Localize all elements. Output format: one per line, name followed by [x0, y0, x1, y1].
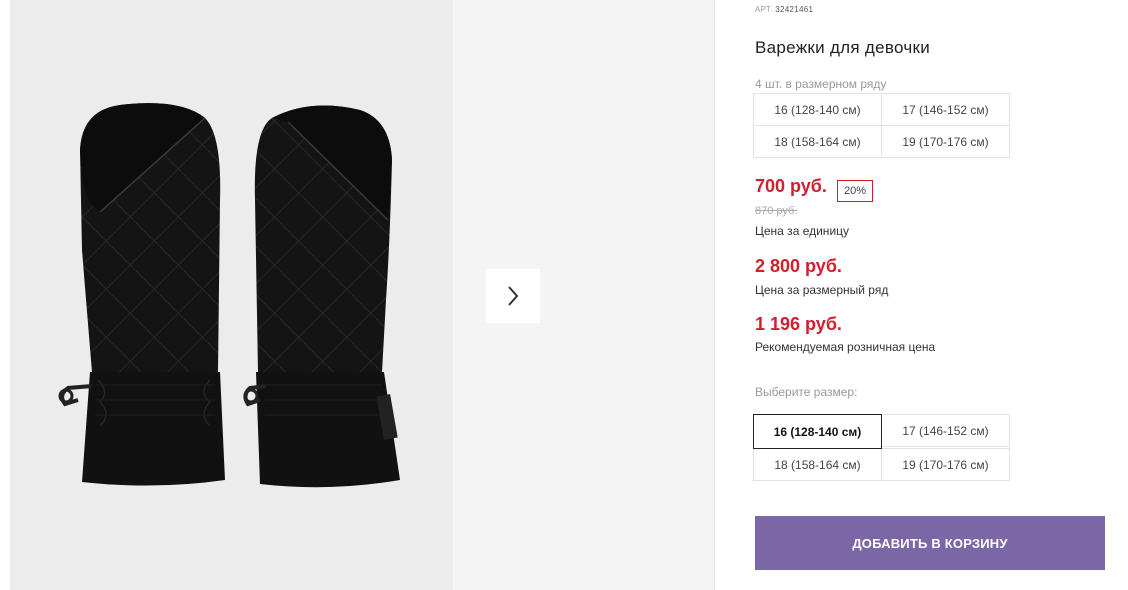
size-selector: 16 (128-140 см) 17 (146-152 см) 18 (158-… — [753, 414, 1010, 481]
product-title: Варежки для девочки — [755, 38, 931, 57]
rrp-price: 1 196 руб. — [755, 314, 842, 334]
article-value: 32421461 — [775, 5, 814, 14]
size-option-17[interactable]: 17 (146-152 см) — [881, 414, 1010, 447]
unit-price: 700 руб. — [755, 176, 827, 196]
choose-size-label: Выберите размер: — [755, 385, 858, 399]
article-label: АРТ. — [755, 5, 773, 14]
product-photo-mittens — [10, 0, 453, 590]
pack-sizes-grid: 16 (128-140 см) 17 (146-152 см) 18 (158-… — [753, 93, 1010, 158]
chevron-right-icon — [508, 286, 519, 306]
pack-note: 4 шт. в размерном ряду — [755, 77, 887, 91]
add-to-cart-button[interactable]: ДОБАВИТЬ В КОРЗИНУ — [755, 516, 1105, 570]
size-option-18[interactable]: 18 (158-164 см) — [753, 448, 882, 481]
pack-size-item: 18 (158-164 см) — [753, 125, 882, 158]
row-price: 2 800 руб. — [755, 256, 842, 276]
mittens-image — [58, 103, 400, 488]
unit-price-label: Цена за единицу — [755, 224, 850, 238]
product-gallery — [10, 0, 714, 590]
pack-size-item: 17 (146-152 см) — [881, 93, 1010, 126]
pack-size-item: 16 (128-140 см) — [753, 93, 882, 126]
article-number: АРТ. 32421461 — [755, 5, 813, 14]
product-info-panel: АРТ. 32421461 Варежки для девочки 4 шт. … — [753, 0, 1110, 590]
panel-divider — [714, 0, 715, 590]
size-option-16[interactable]: 16 (128-140 см) — [753, 414, 882, 449]
rrp-price-label: Рекомендуемая розничная цена — [755, 340, 936, 354]
left-mitten — [58, 103, 225, 486]
pack-size-item: 19 (170-176 см) — [881, 125, 1010, 158]
row-price-label: Цена за размерный ряд — [755, 283, 889, 297]
gallery-next-button[interactable] — [486, 269, 540, 323]
discount-badge: 20% — [837, 180, 873, 202]
right-mitten — [243, 105, 400, 488]
size-option-19[interactable]: 19 (170-176 см) — [881, 448, 1010, 481]
old-price: 870 руб. — [755, 205, 798, 217]
